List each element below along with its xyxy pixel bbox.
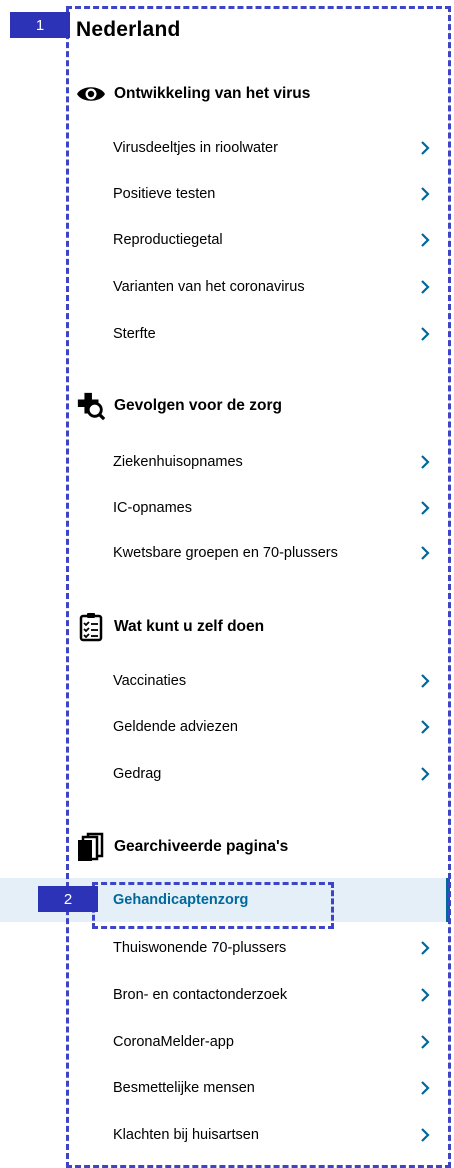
nav-item-sterfte[interactable]: Sterfte bbox=[0, 312, 449, 356]
chevron-right-icon bbox=[421, 941, 430, 955]
nav-item-virusdeeltjes[interactable]: Virusdeeltjes in rioolwater bbox=[0, 126, 449, 170]
section-heading-wat-kunt-u-zelf-doen: Wat kunt u zelf doen bbox=[76, 612, 264, 642]
annotation-badge-2: 2 bbox=[38, 886, 98, 912]
nav-item-geldende-adviezen[interactable]: Geldende adviezen bbox=[0, 705, 449, 749]
nav-item-kwetsbare-groepen[interactable]: Kwetsbare groepen en 70-plussers bbox=[0, 531, 449, 575]
stacked-pages-icon bbox=[76, 832, 106, 862]
nav-item-gedrag[interactable]: Gedrag bbox=[0, 752, 449, 796]
section-heading-ontwikkeling: Ontwikkeling van het virus bbox=[76, 79, 310, 109]
chevron-right-icon bbox=[421, 1128, 430, 1142]
chevron-right-icon bbox=[421, 501, 430, 515]
medical-cross-search-icon bbox=[76, 391, 106, 421]
nav-item-thuiswonende[interactable]: Thuiswonende 70-plussers bbox=[0, 926, 449, 970]
checklist-clipboard-icon bbox=[76, 612, 106, 642]
chevron-right-icon bbox=[421, 187, 430, 201]
nav-item-ziekenhuisopnames[interactable]: Ziekenhuisopnames bbox=[0, 440, 449, 484]
chevron-right-icon bbox=[421, 233, 430, 247]
chevron-right-icon bbox=[421, 1081, 430, 1095]
nav-item-positieve-testen[interactable]: Positieve testen bbox=[0, 172, 449, 216]
chevron-right-icon bbox=[421, 455, 430, 469]
chevron-right-icon bbox=[421, 327, 430, 341]
nav-item-varianten[interactable]: Varianten van het coronavirus bbox=[0, 265, 449, 309]
nav-item-besmettelijke-mensen[interactable]: Besmettelijke mensen bbox=[0, 1066, 449, 1110]
section-heading-gevolgen: Gevolgen voor de zorg bbox=[76, 391, 282, 421]
active-indicator bbox=[446, 878, 450, 922]
chevron-right-icon bbox=[421, 141, 430, 155]
nav-item-reproductiegetal[interactable]: Reproductiegetal bbox=[0, 218, 449, 262]
nav-item-ic-opnames[interactable]: IC-opnames bbox=[0, 486, 449, 530]
nav-item-vaccinaties[interactable]: Vaccinaties bbox=[0, 659, 449, 703]
eye-icon bbox=[76, 79, 106, 109]
chevron-right-icon bbox=[421, 720, 430, 734]
chevron-right-icon bbox=[421, 674, 430, 688]
chevron-right-icon bbox=[421, 546, 430, 560]
nav-item-coronamelder[interactable]: CoronaMelder-app bbox=[0, 1020, 449, 1064]
chevron-right-icon bbox=[421, 280, 430, 294]
sidebar-navigation: Nederland Ontwikkeling van het virus Vir… bbox=[0, 0, 454, 1168]
sidebar-divider bbox=[449, 8, 450, 1168]
annotation-badge-1: 1 bbox=[10, 12, 70, 38]
section-heading-gearchiveerde-paginas: Gearchiveerde pagina's bbox=[76, 832, 288, 862]
chevron-right-icon bbox=[421, 1035, 430, 1049]
chevron-right-icon bbox=[421, 767, 430, 781]
page-title: Nederland bbox=[76, 18, 181, 41]
nav-item-klachten-huisartsen[interactable]: Klachten bij huisartsen bbox=[0, 1113, 449, 1157]
nav-item-bron-contactonderzoek[interactable]: Bron- en contactonderzoek bbox=[0, 973, 449, 1017]
chevron-right-icon bbox=[421, 988, 430, 1002]
